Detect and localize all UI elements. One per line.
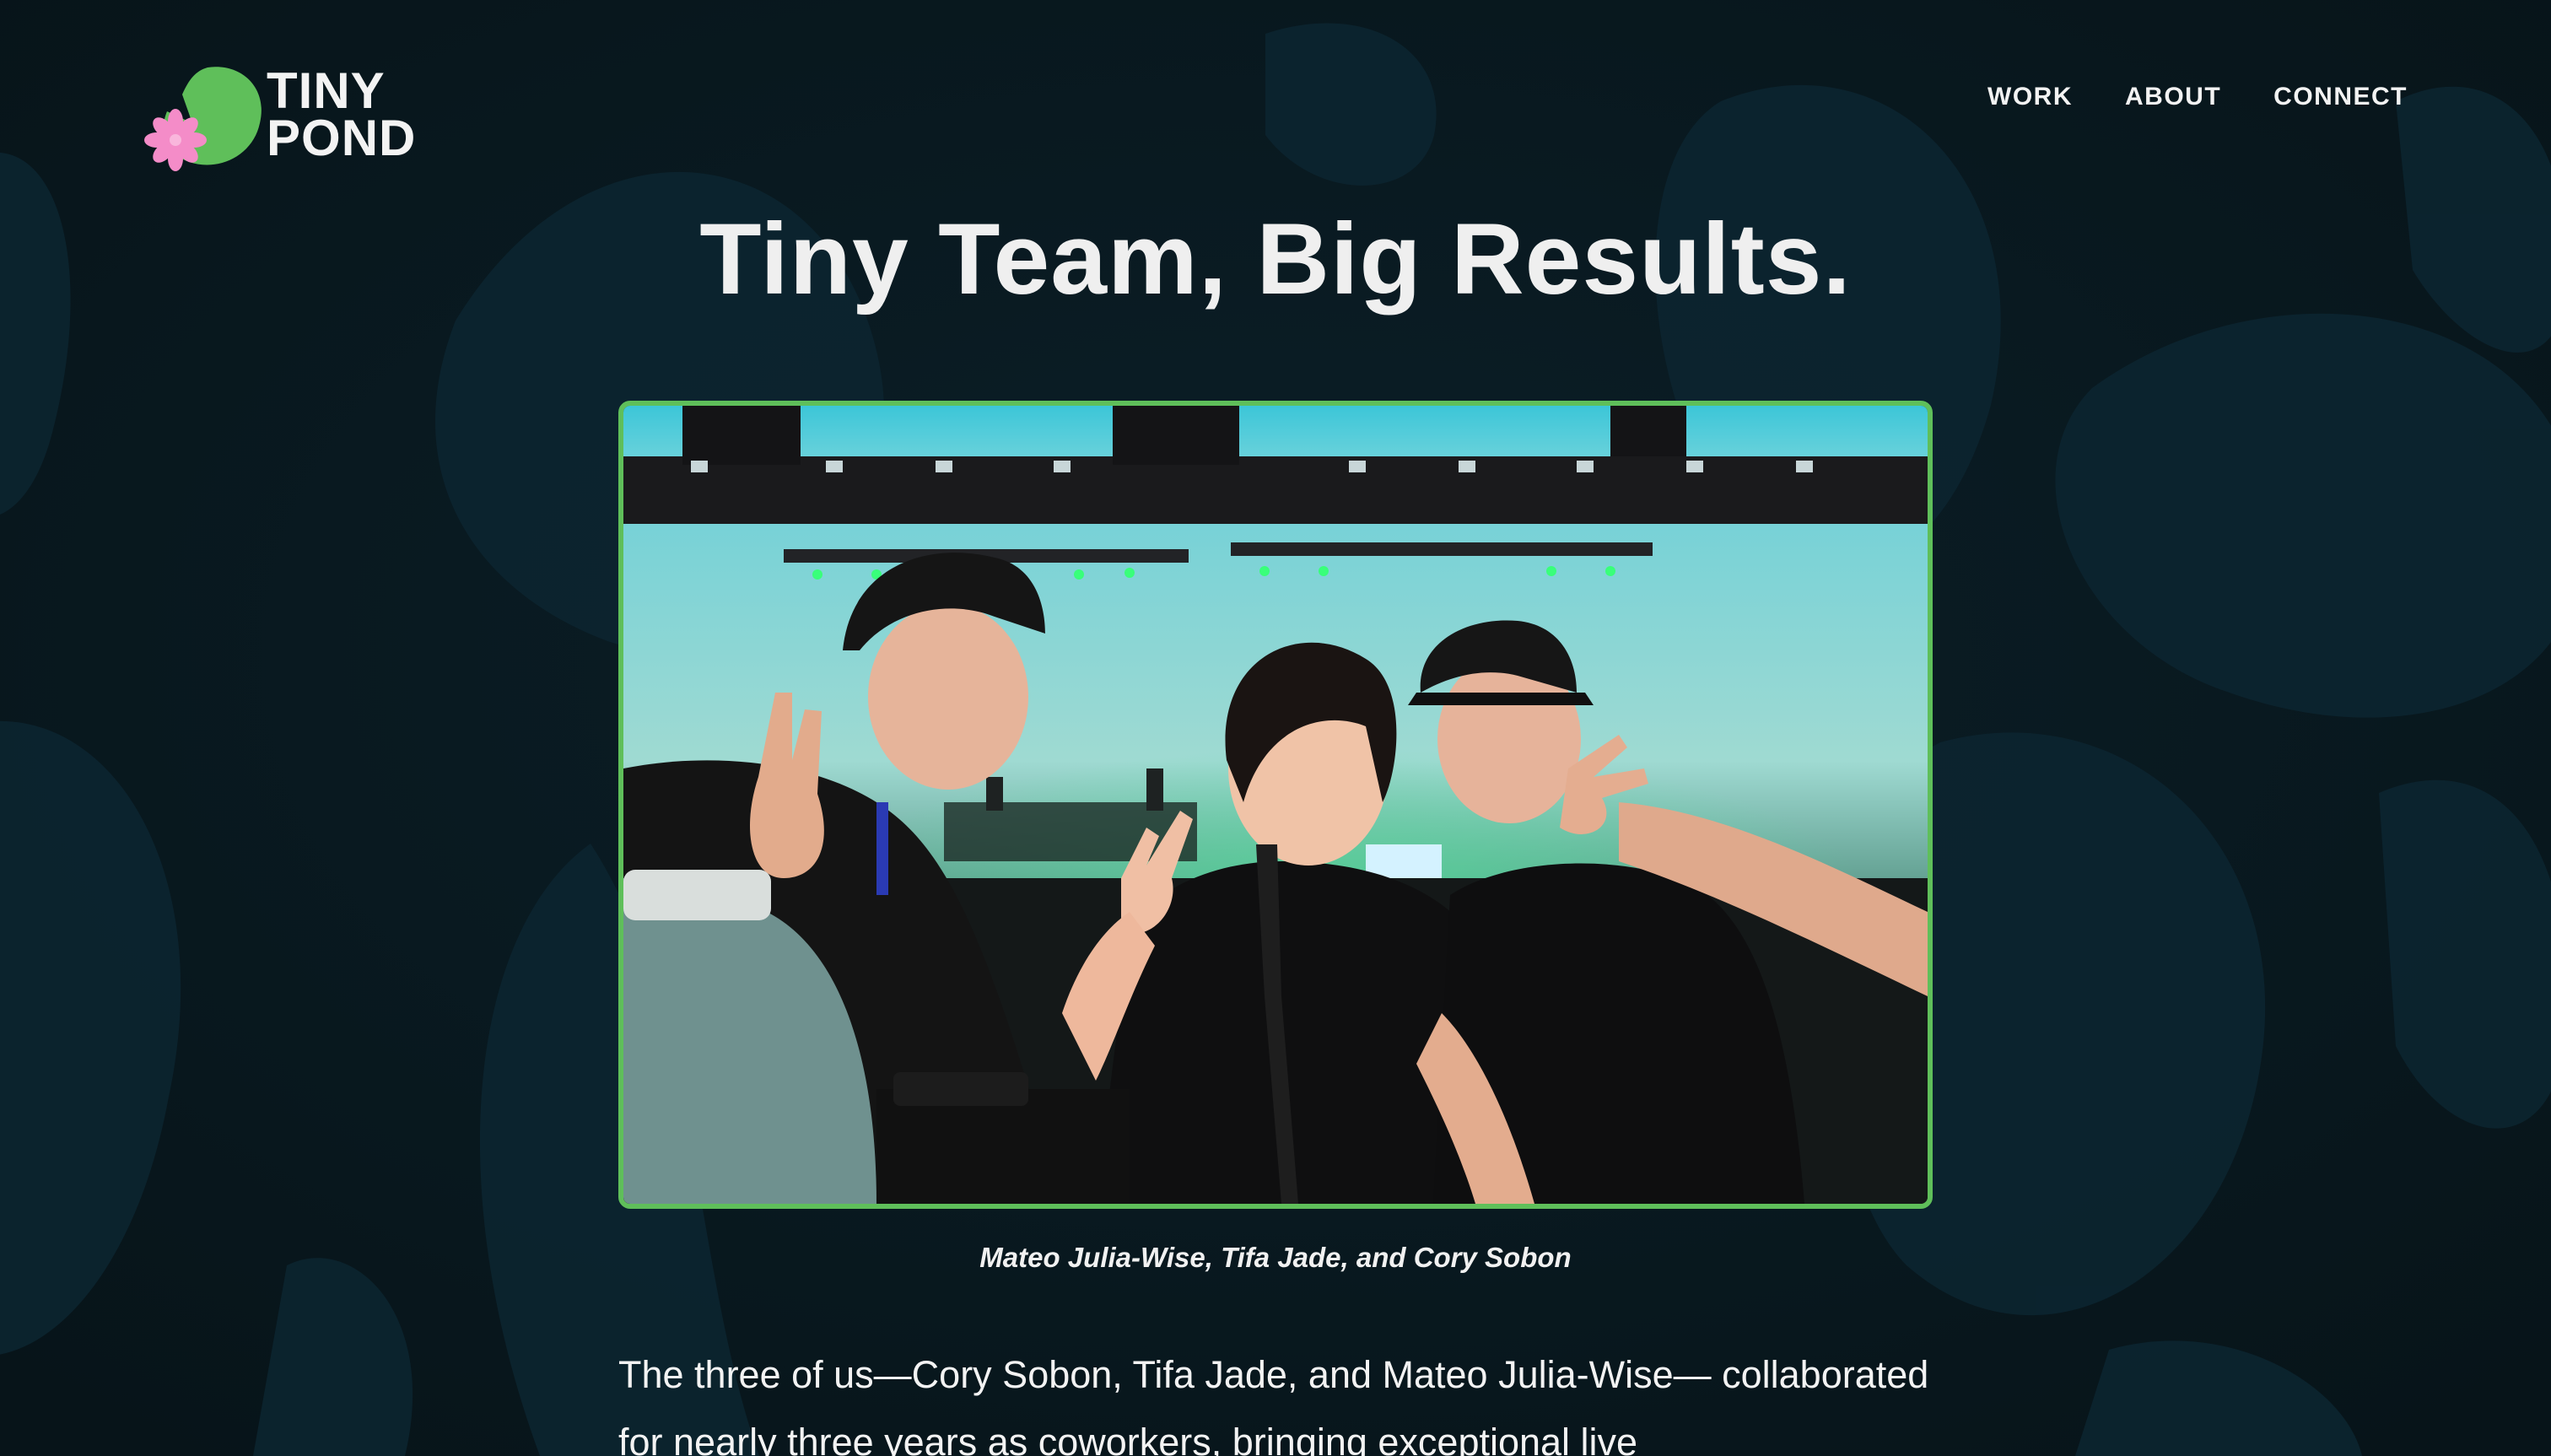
nav-connect[interactable]: CONNECT xyxy=(2273,83,2408,111)
team-photo xyxy=(618,401,1933,1209)
team-photo-image xyxy=(623,406,1928,1204)
site-header: TINY POND WORK ABOUT CONNECT xyxy=(0,0,2551,219)
logo-wordmark: TINY POND xyxy=(267,62,417,166)
lily-pad-icon xyxy=(144,67,262,171)
intro-paragraph: The three of us—Cory Sobon, Tifa Jade, a… xyxy=(618,1353,1929,1456)
main-nav: WORK ABOUT CONNECT xyxy=(1987,83,2408,111)
logo-line-1: TINY xyxy=(267,62,386,119)
nav-work[interactable]: WORK xyxy=(1987,83,2073,111)
page-title: Tiny Team, Big Results. xyxy=(699,202,1852,315)
logo-line-2: POND xyxy=(267,110,417,166)
nav-about[interactable]: ABOUT xyxy=(2125,83,2221,111)
tiny-pond-logo[interactable]: TINY POND xyxy=(142,62,445,172)
photo-caption: Mateo Julia-Wise, Tifa Jade, and Cory So… xyxy=(979,1242,1572,1273)
